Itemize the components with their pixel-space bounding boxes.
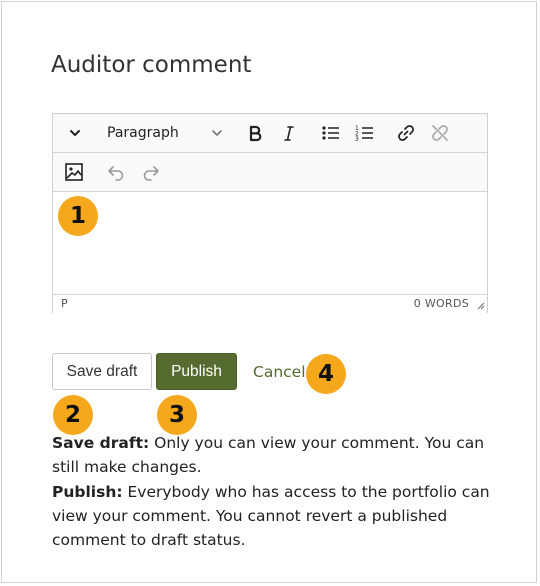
help-draft: Save draft: Only you can view your comme…: [52, 431, 492, 480]
bold-icon[interactable]: [243, 121, 267, 145]
link-icon[interactable]: [394, 121, 418, 145]
help-publish: Publish: Everybody who has access to the…: [52, 480, 492, 553]
block-format-label: Paragraph: [107, 125, 179, 141]
rich-text-editor: Paragraph 123 P 0 WORDS: [52, 113, 488, 313]
editor-toolbar-row-1: Paragraph 123: [53, 114, 487, 153]
callout-badge-3: 3: [157, 395, 197, 435]
callout-badge-2: 2: [53, 395, 93, 435]
save-draft-button[interactable]: Save draft: [52, 353, 152, 390]
unlink-icon[interactable]: [428, 121, 452, 145]
word-count: 0 WORDS: [413, 297, 469, 310]
numbered-list-icon[interactable]: 123: [353, 121, 377, 145]
block-format-select[interactable]: Paragraph: [105, 123, 225, 145]
undo-icon[interactable]: [104, 160, 128, 184]
editor-content-area[interactable]: [53, 192, 487, 294]
page-title: Auditor comment: [51, 52, 252, 78]
callout-badge-4: 4: [306, 354, 346, 394]
image-icon[interactable]: [62, 160, 86, 184]
publish-button[interactable]: Publish: [156, 353, 237, 390]
help-draft-label: Save draft:: [52, 434, 150, 452]
editor-toolbar-row-2: [53, 153, 487, 192]
help-text: Save draft: Only you can view your comme…: [52, 431, 492, 552]
element-path[interactable]: P: [61, 297, 68, 310]
toolbar-toggle-chevron-down-icon[interactable]: [63, 121, 87, 145]
resize-grip-icon[interactable]: [475, 300, 485, 313]
italic-icon[interactable]: [277, 121, 301, 145]
chevron-down-icon: [210, 126, 224, 144]
callout-badge-1: 1: [58, 196, 98, 236]
bullet-list-icon[interactable]: [319, 121, 343, 145]
help-publish-label: Publish:: [52, 482, 123, 501]
redo-icon[interactable]: [139, 160, 163, 184]
svg-text:3: 3: [355, 136, 359, 142]
cancel-link[interactable]: Cancel: [253, 363, 306, 381]
editor-status-bar: P 0 WORDS: [53, 294, 487, 313]
